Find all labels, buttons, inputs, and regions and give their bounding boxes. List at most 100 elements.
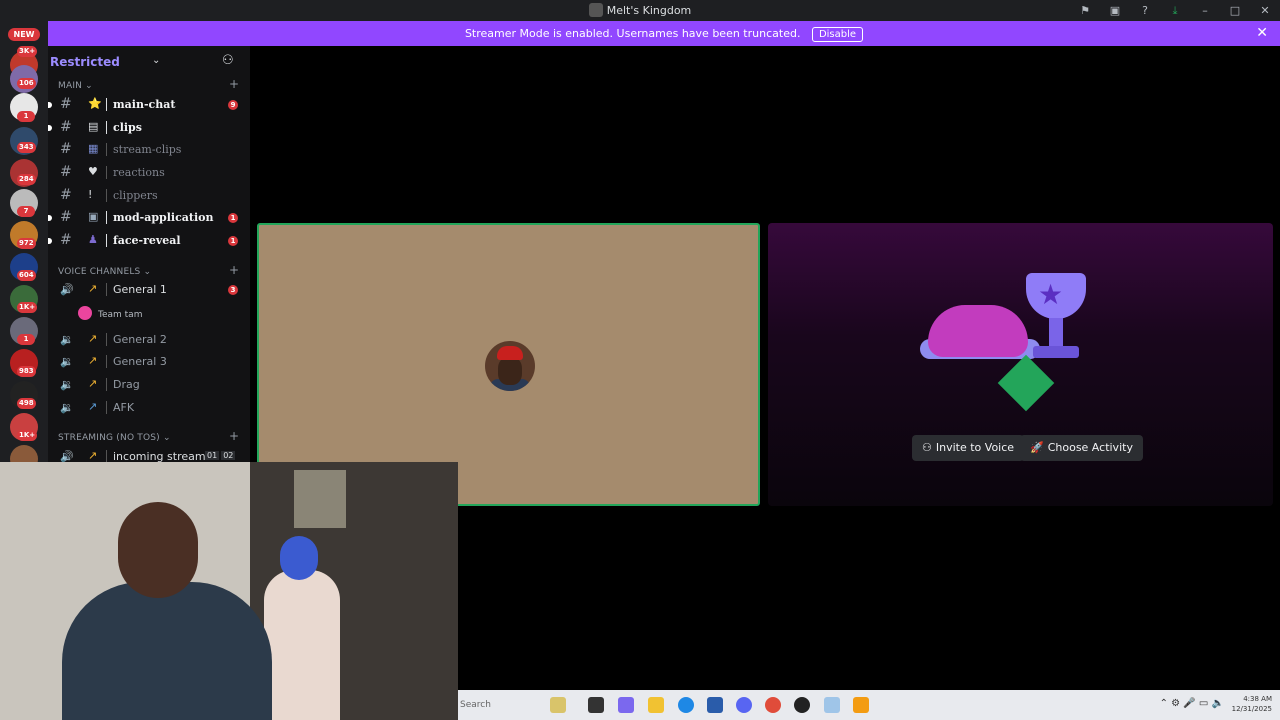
channel-label: main-chat (113, 98, 176, 111)
star-icon: ⭐ (88, 97, 102, 110)
category-label: STREAMING (NO TOS) (58, 433, 160, 443)
channel-clippers[interactable]: # ! clippers (48, 186, 250, 206)
clock[interactable]: 4:38 AM 12/31/2025 (1232, 694, 1272, 714)
chrome-icon[interactable] (765, 697, 781, 713)
divider (106, 283, 107, 296)
widgets-icon[interactable] (550, 697, 566, 713)
divider (106, 355, 107, 368)
channel-main-chat[interactable]: # ⭐ main-chat 9 (48, 95, 250, 115)
minimize-icon[interactable]: – (1190, 0, 1220, 21)
task-view-icon[interactable] (588, 697, 604, 713)
server-badge: 284 (17, 174, 36, 185)
voice-channel-general-2[interactable]: 🔉 ↗ General 2 (48, 330, 250, 350)
chart-icon: ↗ (88, 282, 98, 295)
divider (106, 378, 107, 391)
sleep-icon: ↗ (88, 400, 98, 413)
server-badge: 343 (17, 142, 36, 153)
download-icon[interactable]: ⤓ (1160, 0, 1190, 21)
new-badge: NEW (8, 28, 40, 41)
avatar-hat (497, 346, 523, 360)
server-badge: 972 (17, 238, 36, 249)
banner-message: Streamer Mode is enabled. Usernames have… (48, 27, 1280, 42)
add-channel-icon[interactable]: + (229, 429, 239, 443)
webcam-overlay (0, 462, 458, 720)
add-channel-icon[interactable]: + (229, 77, 239, 91)
webcam-head-back (280, 536, 318, 580)
chart-icon: ↗ (88, 449, 98, 462)
category-voice[interactable]: VOICE CHANNELS ⌄ (58, 267, 151, 277)
add-person-icon[interactable]: ⚇ (222, 53, 234, 68)
discord-icon[interactable] (736, 697, 752, 713)
mention-badge: 1 (228, 213, 238, 223)
server-badge: 1 (17, 334, 35, 345)
category-streaming[interactable]: STREAMING (NO TOS) ⌄ (58, 433, 171, 443)
clipboard-icon: ▣ (88, 210, 99, 223)
system-tray[interactable]: ⌃ ⚙ 🎤 ▭ 🔈 (1160, 698, 1224, 709)
server-name: Restricted (50, 55, 120, 69)
channel-label: clips (113, 121, 142, 134)
close-icon[interactable]: ✕ (1250, 0, 1280, 21)
hashtag-icon: # (60, 141, 72, 157)
voice-channel-drag[interactable]: 🔉 ↗ Drag (48, 375, 250, 395)
title-bar: Melt's Kingdom ⚑ ▣ ? ⤓ – □ ✕ (0, 0, 1280, 21)
server-badge: 1K+ (17, 430, 38, 441)
server-badge: 983 (17, 366, 36, 377)
mention-badge: 1 (228, 236, 238, 246)
speaker-icon: 🔉 (60, 378, 74, 391)
obs-icon[interactable] (794, 697, 810, 713)
chart-icon: ↗ (88, 354, 98, 367)
divider (106, 98, 107, 111)
voice-channel-general-3[interactable]: 🔉 ↗ General 3 (48, 352, 250, 372)
copilot-icon[interactable] (618, 697, 634, 713)
pin-icon[interactable]: ⚑ (1070, 0, 1100, 21)
divider (106, 143, 107, 156)
channel-label: mod-application (113, 211, 214, 224)
disable-streamer-mode-button[interactable]: Disable (811, 27, 864, 42)
voice-channel-afk[interactable]: 🔉 ↗ AFK (48, 398, 250, 418)
mention-badge: 3 (228, 285, 238, 295)
user-count: 01 02 (205, 451, 237, 460)
banner-close-icon[interactable]: ✕ (1256, 25, 1268, 41)
server-icon (588, 3, 603, 17)
invite-to-voice-button[interactable]: ⚇ Invite to Voice (912, 435, 1025, 461)
hashtag-icon: # (60, 164, 72, 180)
channel-reactions[interactable]: # ♥ reactions (48, 163, 250, 183)
add-channel-icon[interactable]: + (229, 263, 239, 277)
category-main[interactable]: MAIN ⌄ (58, 81, 93, 91)
unread-dot (48, 215, 52, 221)
avatar-face (498, 357, 522, 385)
maximize-icon[interactable]: □ (1220, 0, 1250, 21)
file-explorer-icon[interactable] (648, 697, 664, 713)
edge-icon[interactable] (678, 697, 694, 713)
server-header[interactable]: Restricted ⌄ ⚇ (48, 52, 250, 74)
divider (106, 189, 107, 202)
channel-stream-clips[interactable]: # ▦ stream-clips (48, 140, 250, 160)
app-icon[interactable] (824, 697, 840, 713)
vlc-icon[interactable] (853, 697, 869, 713)
scissors-icon: ! (88, 188, 93, 201)
channel-face-reveal[interactable]: # ♟ face-reveal 1 (48, 231, 250, 251)
webcam-person-back (264, 570, 340, 720)
divider (106, 401, 107, 414)
hashtag-icon: # (60, 232, 72, 248)
avatar (78, 306, 92, 320)
search-placeholder: Search (460, 700, 491, 710)
hashtag-icon: # (60, 187, 72, 203)
channel-label: clippers (113, 189, 158, 202)
divider (106, 333, 107, 346)
divider (106, 166, 107, 179)
clock-time: 4:38 AM (1243, 695, 1272, 703)
store-icon[interactable] (707, 697, 723, 713)
unread-dot (48, 125, 52, 131)
voice-channel-general-1[interactable]: 🔊 ↗ General 1 3 (48, 280, 250, 300)
help-icon[interactable]: ? (1130, 0, 1160, 21)
server-badge: 1K+ (17, 302, 38, 313)
unread-dot (48, 238, 52, 244)
channel-clips[interactable]: # ▤ clips (48, 118, 250, 138)
inbox-icon[interactable]: ▣ (1100, 0, 1130, 21)
hashtag-icon: # (60, 96, 72, 112)
server-badge: 3K+ (17, 46, 38, 57)
choose-activity-button[interactable]: 🚀 Choose Activity (1020, 435, 1143, 461)
channel-mod-application[interactable]: # ▣ mod-application 1 (48, 208, 250, 228)
voice-user[interactable]: Team tam (78, 306, 142, 320)
